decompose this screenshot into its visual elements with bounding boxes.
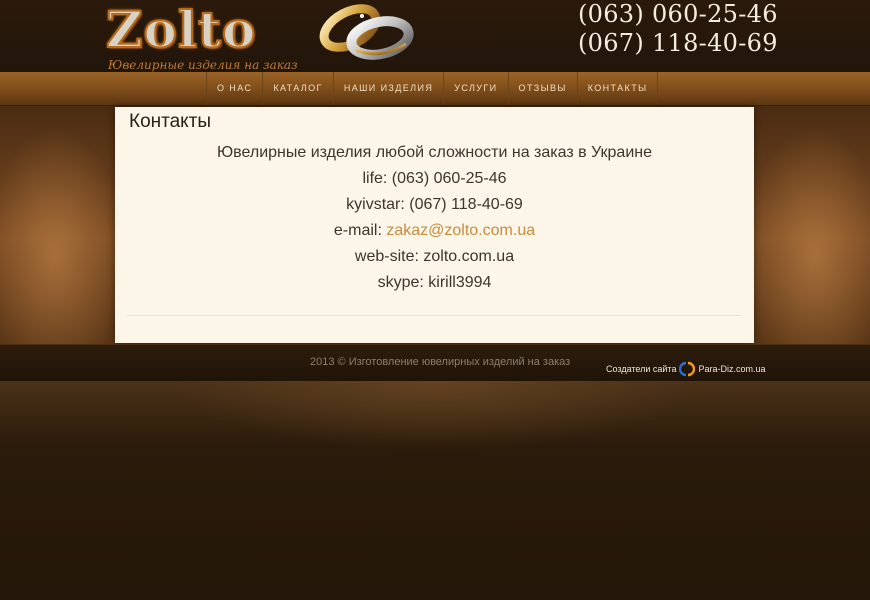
site-tagline: Ювелирные изделия на заказ: [108, 58, 298, 72]
background-bottom: [0, 381, 870, 600]
site-header: Zolto Ювелирные изделия на заказ (063) 0…: [0, 0, 870, 72]
phone-life[interactable]: (063) 060-25-46: [578, 0, 778, 29]
footer-credits: Создатели сайта Para-Diz.com.ua: [606, 361, 766, 377]
footer-copyright: 2013 © Изготовление ювелирных изделий на…: [310, 356, 571, 368]
contact-headline: Ювелирные изделия любой сложности на зак…: [217, 144, 652, 161]
main-nav: О НАС КАТАЛОГ НАШИ ИЗДЕЛИЯ УСЛУГИ ОТЗЫВЫ…: [0, 72, 870, 106]
header-phones: (063) 060-25-46 (067) 118-40-69: [578, 0, 778, 58]
nav-item-our-products[interactable]: НАШИ ИЗДЕЛИЯ: [332, 72, 443, 105]
contact-info: Ювелирные изделия любой сложности на зак…: [115, 140, 754, 296]
content-divider: [127, 315, 741, 316]
wedding-rings-icon: [319, 4, 414, 60]
nav-item-about[interactable]: О НАС: [206, 72, 262, 105]
nav-item-catalog[interactable]: КАТАЛОГ: [262, 72, 333, 105]
phone-kyivstar[interactable]: (067) 118-40-69: [578, 29, 778, 58]
credits-label: Создатели сайта: [606, 364, 677, 374]
site-logo[interactable]: Zolto: [105, 3, 256, 57]
site-footer: 2013 © Изготовление ювелирных изделий на…: [0, 344, 870, 381]
contact-email: e-mail: zakaz@zolto.com.ua: [115, 218, 754, 244]
contact-website: web-site: zolto.com.ua: [354, 248, 515, 265]
email-link[interactable]: zakaz@zolto.com.ua: [386, 222, 535, 239]
contact-life: life: (063) 060-25-46: [362, 170, 507, 187]
email-label: e-mail:: [333, 222, 382, 239]
para-diz-logo-icon: [679, 361, 696, 377]
nav-item-contacts[interactable]: КОНТАКТЫ: [576, 72, 659, 105]
nav-item-reviews[interactable]: ОТЗЫВЫ: [507, 72, 577, 105]
credits-site-link[interactable]: Para-Diz.com.ua: [698, 364, 765, 374]
content-panel: Контакты Ювелирные изделия любой сложнос…: [115, 107, 754, 343]
page-title: Контакты: [129, 111, 212, 132]
nav-item-services[interactable]: УСЛУГИ: [443, 72, 507, 105]
contact-kyivstar: kyivstar: (067) 118-40-69: [346, 196, 523, 213]
contact-skype: skype: kirill3994: [377, 274, 492, 291]
